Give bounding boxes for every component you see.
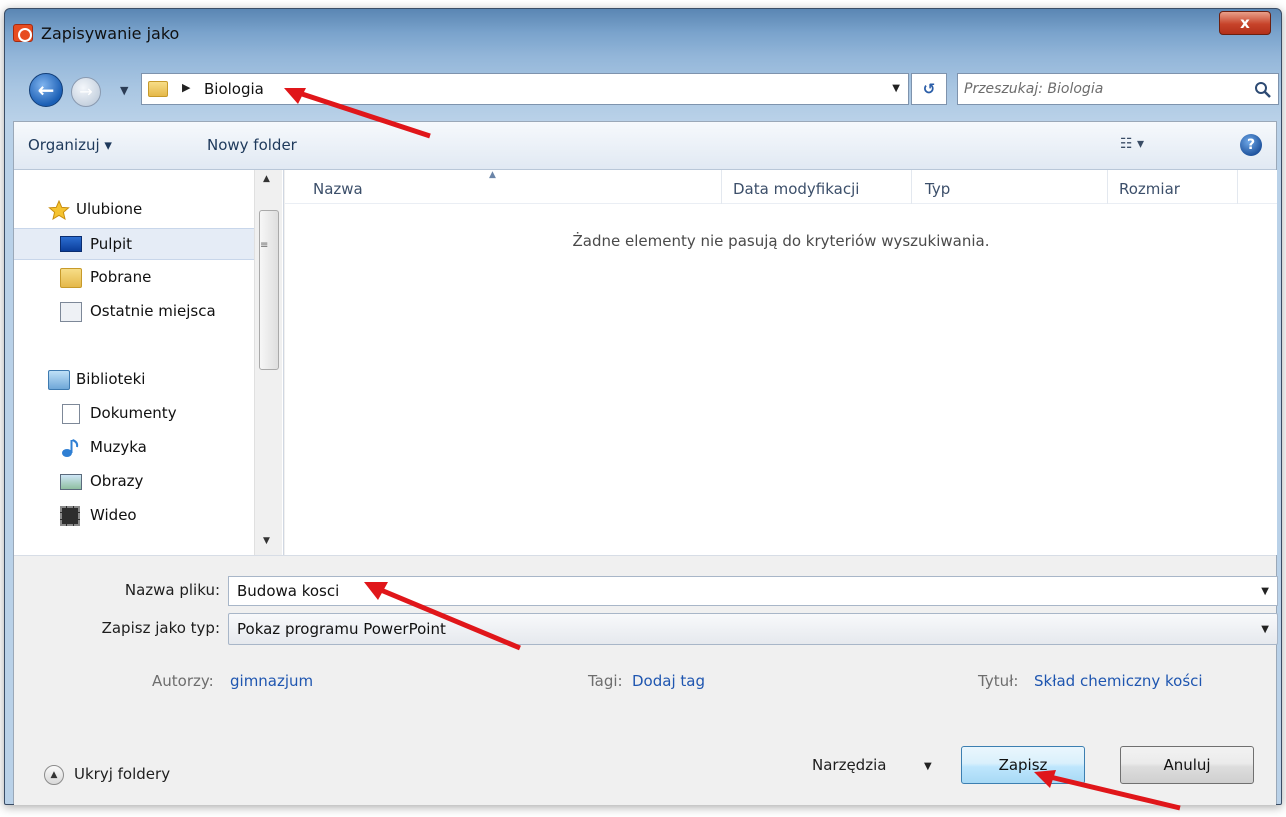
- nav-label-recent: Ostatnie miejsca: [90, 302, 216, 320]
- title-value[interactable]: Skład chemiczny kości: [1034, 672, 1203, 690]
- nav-item-pobrane[interactable]: Pobrane: [14, 262, 254, 294]
- annotation-arrow-address: [284, 88, 431, 139]
- empty-list-message: Żadne elementy nie pasują do kryteriów w…: [572, 232, 990, 250]
- column-header-name[interactable]: Nazwa: [313, 180, 363, 198]
- star-icon: [48, 200, 70, 220]
- command-bar: Organizuj ▾ Nowy folder ☷ ▾ ?: [14, 122, 1276, 170]
- back-button[interactable]: ←: [29, 73, 63, 107]
- nav-item-obrazy[interactable]: Obrazy: [14, 466, 254, 498]
- filename-value[interactable]: Budowa kosci: [237, 582, 339, 600]
- music-icon: [62, 439, 79, 457]
- file-list: ▲ Nazwa Data modyfikacji Typ Rozmiar Żad…: [285, 170, 1277, 555]
- nav-label-dokumenty: Dokumenty: [90, 404, 177, 422]
- downloads-folder-icon: [60, 268, 82, 288]
- nav-label-obrazy: Obrazy: [90, 472, 144, 490]
- help-icon[interactable]: ?: [1240, 134, 1262, 156]
- filename-label: Nazwa pliku:: [124, 581, 220, 599]
- chevron-up-icon: ▲: [44, 765, 64, 785]
- column-divider[interactable]: [1107, 170, 1108, 204]
- desktop-icon: [60, 236, 82, 252]
- address-dropdown-icon[interactable]: ▼: [892, 83, 900, 94]
- column-divider[interactable]: [1237, 170, 1238, 204]
- nav-label-favorites: Ulubione: [76, 200, 143, 218]
- authors-label: Autorzy:: [152, 672, 214, 690]
- navigation-bar: ← → ▼ ▶ Biologia ▼ ↺: [5, 69, 1281, 113]
- nav-label-wideo: Wideo: [90, 506, 137, 524]
- filetype-label: Zapisz jako typ:: [101, 619, 220, 637]
- nav-pane-scrollbar[interactable]: ▲ ≡ ▼: [254, 170, 282, 555]
- documents-icon: [62, 404, 80, 424]
- folder-icon: [148, 81, 168, 97]
- nav-libraries[interactable]: Biblioteki: [14, 364, 254, 396]
- recent-places-icon: [60, 302, 82, 322]
- filetype-dropdown-icon[interactable]: ▼: [1261, 624, 1269, 635]
- nav-label-muzyka: Muzyka: [90, 438, 147, 456]
- recent-locations-dropdown-icon[interactable]: ▼: [120, 84, 128, 97]
- dialog-content: Organizuj ▾ Nowy folder ☷ ▾ ? Ulubione P…: [13, 121, 1278, 805]
- pictures-icon: [60, 474, 82, 490]
- nav-item-recent[interactable]: Ostatnie miejsca: [14, 296, 254, 328]
- sort-ascending-icon: ▲: [489, 170, 496, 180]
- nav-item-wideo[interactable]: Wideo: [14, 500, 254, 532]
- annotation-arrow-save: [1034, 770, 1181, 811]
- nav-item-muzyka[interactable]: Muzyka: [14, 432, 254, 464]
- forward-button[interactable]: →: [71, 77, 101, 107]
- libraries-icon: [48, 370, 70, 390]
- nav-item-pulpit[interactable]: Pulpit: [14, 228, 254, 260]
- nav-label-libraries: Biblioteki: [76, 370, 146, 388]
- annotation-arrow-filename: [364, 582, 521, 651]
- title-label: Tytuł:: [978, 672, 1019, 690]
- tools-dropdown-icon[interactable]: ▼: [924, 761, 932, 772]
- organize-menu-button[interactable]: Organizuj ▾: [28, 136, 112, 154]
- window-title: Zapisywanie jako: [41, 24, 180, 43]
- scrollbar-thumb[interactable]: [259, 210, 279, 370]
- column-header-date[interactable]: Data modyfikacji: [733, 180, 859, 198]
- close-button[interactable]: x: [1219, 11, 1271, 35]
- scroll-up-icon[interactable]: ▲: [263, 174, 270, 184]
- tags-label: Tagi:: [588, 672, 623, 690]
- breadcrumb-biologia[interactable]: Biologia: [204, 80, 264, 98]
- column-divider[interactable]: [911, 170, 912, 204]
- breadcrumb-separator-icon[interactable]: ▶: [182, 81, 190, 94]
- column-header-size[interactable]: Rozmiar: [1119, 180, 1180, 198]
- nav-label-pulpit: Pulpit: [90, 235, 133, 253]
- tools-menu-button[interactable]: Narzędzia: [812, 756, 886, 774]
- video-icon: [60, 506, 80, 526]
- search-input[interactable]: [964, 78, 1244, 100]
- column-headers: ▲ Nazwa Data modyfikacji Typ Rozmiar: [285, 170, 1277, 204]
- powerpoint-app-icon: [13, 24, 33, 42]
- scroll-down-icon[interactable]: ▼: [263, 536, 270, 546]
- search-icon[interactable]: [1254, 81, 1272, 99]
- scrollbar-grip-icon: ≡: [260, 240, 269, 251]
- authors-value[interactable]: gimnazjum: [230, 672, 313, 690]
- refresh-button[interactable]: ↺: [911, 73, 947, 105]
- change-view-button[interactable]: ☷ ▾: [1120, 136, 1144, 152]
- title-bar: Zapisywanie jako x: [5, 9, 1281, 55]
- address-bar[interactable]: ▶ Biologia ▼: [141, 73, 909, 105]
- column-header-type[interactable]: Typ: [925, 180, 950, 198]
- search-box[interactable]: [957, 73, 1279, 105]
- nav-label-pobrane: Pobrane: [90, 268, 152, 286]
- nav-favorites[interactable]: Ulubione: [14, 194, 254, 226]
- nav-item-dokumenty[interactable]: Dokumenty: [14, 398, 254, 430]
- save-as-dialog: Zapisywanie jako x ← → ▼ ▶ Biologia ▼ ↺ …: [4, 8, 1282, 805]
- hide-folders-label: Ukryj foldery: [74, 765, 171, 783]
- navigation-pane: Ulubione Pulpit Pobrane Ostatnie miejsca…: [14, 170, 284, 555]
- tags-value[interactable]: Dodaj tag: [632, 672, 705, 690]
- column-divider[interactable]: [721, 170, 722, 204]
- filename-dropdown-icon[interactable]: ▼: [1261, 586, 1269, 597]
